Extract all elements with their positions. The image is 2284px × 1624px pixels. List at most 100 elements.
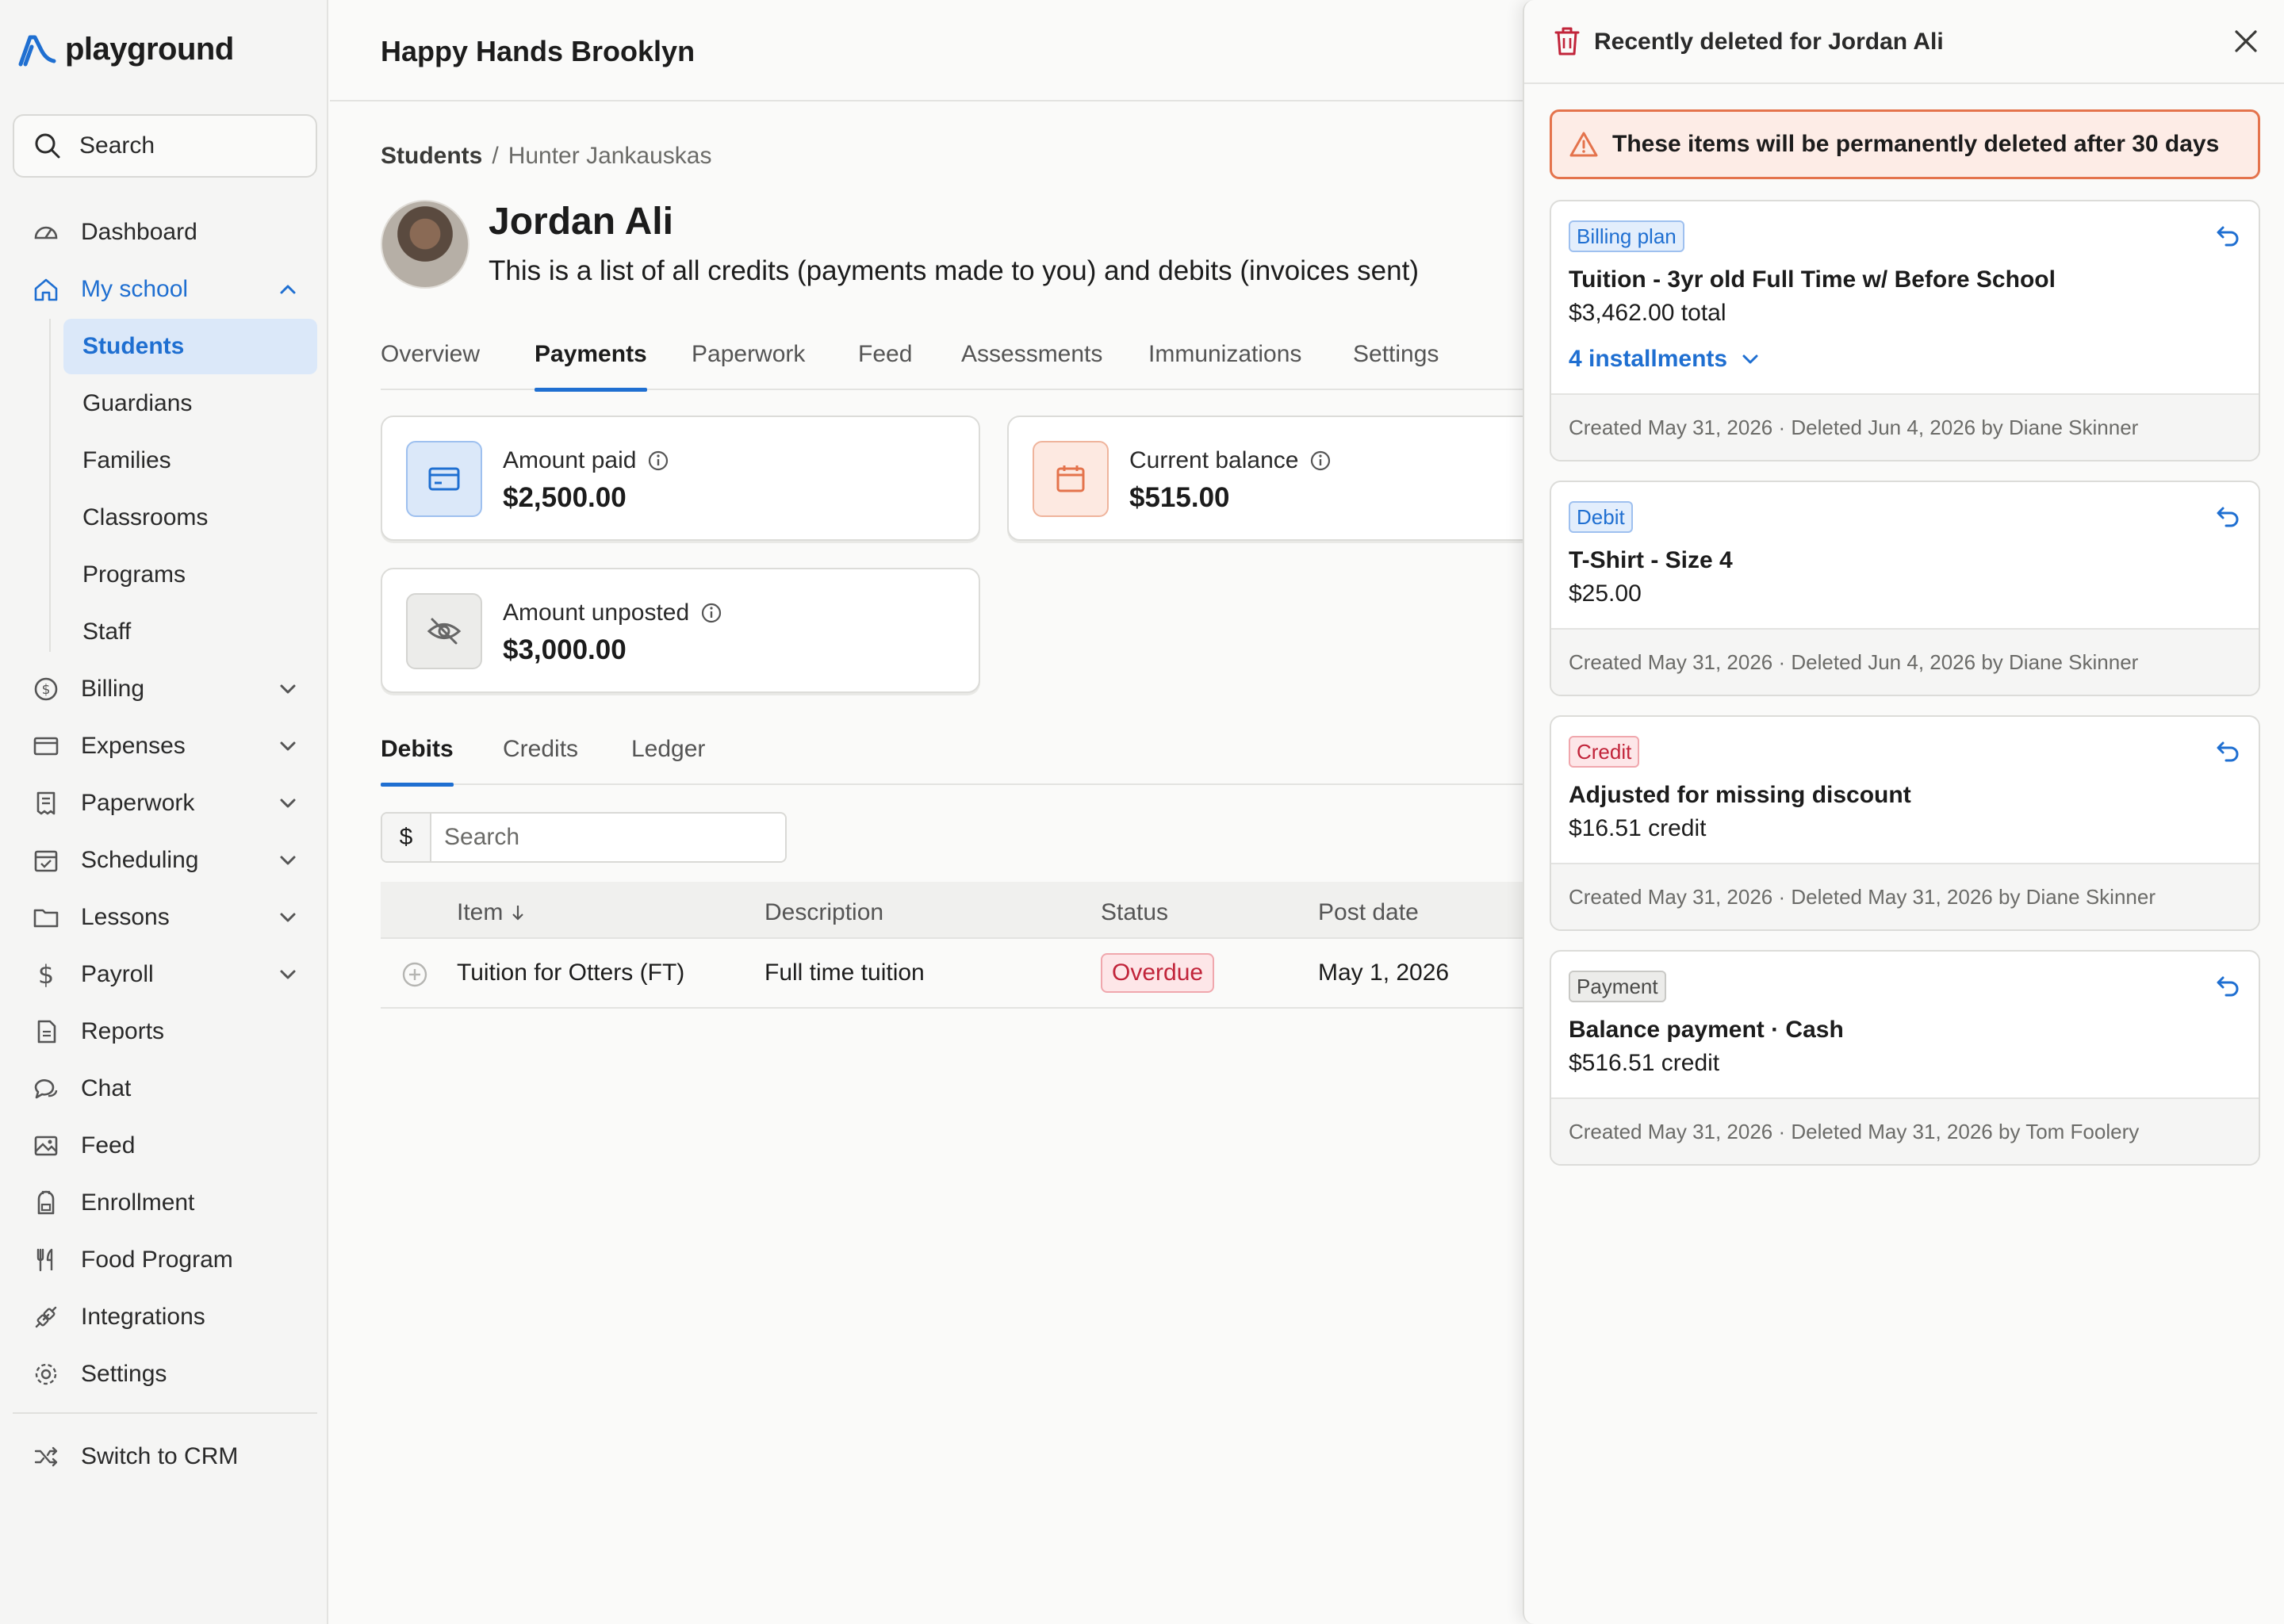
sidebar-item-chat[interactable]: Chat [13, 1061, 317, 1116]
sidebar-sub-families[interactable]: Families [63, 433, 317, 488]
sidebar-item-payroll[interactable]: $ Payroll [13, 947, 317, 1002]
sidebar-item-billing[interactable]: $ Billing [13, 661, 317, 717]
sidebar-item-my-school[interactable]: My school [13, 262, 317, 317]
warning-triangle-icon [1569, 132, 1598, 157]
info-icon[interactable] [700, 602, 722, 624]
expand-plus-icon[interactable] [401, 961, 428, 988]
restore-undo-icon[interactable] [2214, 503, 2241, 530]
receipt-icon [32, 789, 60, 818]
chevron-down-icon[interactable] [278, 793, 298, 814]
chevron-down-icon[interactable] [278, 907, 298, 928]
current-balance-card: Current balance $515.00 [1007, 416, 1562, 541]
payment-card-icon [406, 441, 482, 517]
sidebar-sub-guardians[interactable]: Guardians [63, 376, 317, 431]
sidebar-item-lessons[interactable]: Lessons [13, 890, 317, 945]
sidebar-item-feed[interactable]: Feed [13, 1118, 317, 1174]
sidebar-item-scheduling[interactable]: Scheduling [13, 833, 317, 888]
item-meta: Created May 31, 2026 · Deleted May 31, 2… [1551, 1097, 2259, 1164]
tab-settings[interactable]: Settings [1353, 341, 1439, 390]
sidebar-item-label: Chat [81, 1075, 132, 1101]
sort-down-icon [512, 906, 524, 921]
restore-undo-icon[interactable] [2214, 222, 2241, 249]
utensils-icon [32, 1246, 60, 1274]
chevron-down-icon [1742, 354, 1758, 364]
restore-undo-icon[interactable] [2214, 737, 2241, 764]
item-amount: $16.51 credit [1569, 815, 1707, 841]
item-title: T-Shirt - Size 4 [1569, 547, 1733, 573]
trash-icon [1554, 27, 1580, 56]
student-avatar [381, 200, 469, 289]
item-meta: Created May 31, 2026 · Deleted May 31, 2… [1551, 863, 2259, 929]
item-amount: $516.51 credit [1569, 1050, 1720, 1076]
tab-overview[interactable]: Overview [381, 341, 480, 390]
sidebar-item-label: Reports [81, 1018, 165, 1044]
installments-label: 4 installments [1569, 346, 1728, 372]
item-type-tag: Billing plan [1569, 220, 1684, 252]
breadcrumb-root-link[interactable]: Students [381, 143, 482, 170]
sidebar-item-integrations[interactable]: Integrations [13, 1289, 317, 1345]
column-header-status[interactable]: Status [1101, 899, 1168, 926]
item-meta: Created May 31, 2026 · Deleted Jun 4, 20… [1551, 628, 2259, 695]
chevron-down-icon[interactable] [278, 964, 298, 985]
deleted-item-card: Debit T-Shirt - Size 4 $25.00 Created Ma… [1550, 481, 2260, 696]
installments-toggle[interactable]: 4 installments [1569, 346, 1761, 373]
sidebar-item-food-program[interactable]: Food Program [13, 1232, 317, 1288]
chevron-down-icon[interactable] [278, 736, 298, 756]
tab-payments[interactable]: Payments [535, 341, 647, 392]
sidebar-item-enrollment[interactable]: Enrollment [13, 1175, 317, 1231]
sidebar-item-settings[interactable]: Settings [13, 1346, 317, 1402]
student-tabs: Overview Payments Paperwork Feed Assessm… [381, 341, 1523, 392]
sidebar-sub-programs[interactable]: Programs [63, 547, 317, 603]
sidebar-item-label: Scheduling [81, 847, 199, 873]
sidebar-sub-staff[interactable]: Staff [63, 604, 317, 660]
sidebar-sub-students[interactable]: Students [63, 319, 317, 374]
tab-debits[interactable]: Debits [381, 736, 454, 787]
app-logo[interactable]: playground [17, 32, 234, 67]
tab-feed[interactable]: Feed [858, 341, 912, 390]
sidebar-item-label: Feed [81, 1132, 136, 1159]
row-description: Full time tuition [765, 959, 925, 986]
sidebar-divider [13, 1412, 317, 1414]
close-icon[interactable] [2230, 25, 2262, 57]
column-header-description[interactable]: Description [765, 899, 883, 926]
restore-undo-icon[interactable] [2214, 972, 2241, 999]
amount-paid-card: Amount paid $2,500.00 [381, 416, 980, 541]
tab-ledger[interactable]: Ledger [631, 736, 705, 785]
column-header-post-date[interactable]: Post date [1318, 899, 1419, 926]
student-description: This is a list of all credits (payments … [489, 255, 1419, 286]
switch-to-crm-button[interactable]: Switch to CRM [13, 1429, 317, 1484]
sidebar-item-dashboard[interactable]: Dashboard [13, 205, 317, 260]
tab-credits[interactable]: Credits [503, 736, 578, 785]
sidebar-item-reports[interactable]: Reports [13, 1004, 317, 1059]
column-header-label: Item [457, 899, 504, 925]
sidebar-search[interactable]: Search [13, 114, 317, 178]
sidebar-item-label: Settings [81, 1361, 167, 1387]
item-amount: $25.00 [1569, 580, 1642, 607]
shuffle-icon [32, 1442, 60, 1471]
calendar-icon [1033, 441, 1109, 517]
warning-text: These items will be permanently deleted … [1612, 131, 2220, 157]
chevron-up-icon[interactable] [278, 279, 298, 300]
svg-text:$: $ [38, 961, 54, 988]
row-post-date: May 1, 2026 [1318, 959, 1450, 986]
sidebar-item-label: Lessons [81, 904, 170, 930]
info-icon[interactable] [1309, 450, 1332, 472]
column-header-item[interactable]: Item [457, 899, 527, 926]
sidebar-item-label: My school [81, 276, 189, 302]
debits-search-input[interactable]: $ Search [381, 812, 787, 863]
breadcrumb-separator: / [492, 143, 499, 169]
deletion-warning-banner: These items will be permanently deleted … [1550, 109, 2260, 179]
gear-icon [32, 1360, 60, 1388]
deleted-item-card: Payment Balance payment · Cash $516.51 c… [1550, 950, 2260, 1166]
chevron-down-icon[interactable] [278, 679, 298, 699]
table-row[interactable]: Tuition for Otters (FT) Full time tuitio… [381, 939, 1523, 1009]
sidebar-item-paperwork[interactable]: Paperwork [13, 776, 317, 831]
tab-paperwork[interactable]: Paperwork [692, 341, 805, 390]
tab-immunizations[interactable]: Immunizations [1148, 341, 1301, 390]
current-balance-value: $515.00 [1129, 482, 1230, 513]
sidebar-item-expenses[interactable]: Expenses [13, 718, 317, 774]
tab-assessments[interactable]: Assessments [961, 341, 1102, 390]
info-icon[interactable] [647, 450, 669, 472]
chevron-down-icon[interactable] [278, 850, 298, 871]
sidebar-sub-classrooms[interactable]: Classrooms [63, 490, 317, 546]
